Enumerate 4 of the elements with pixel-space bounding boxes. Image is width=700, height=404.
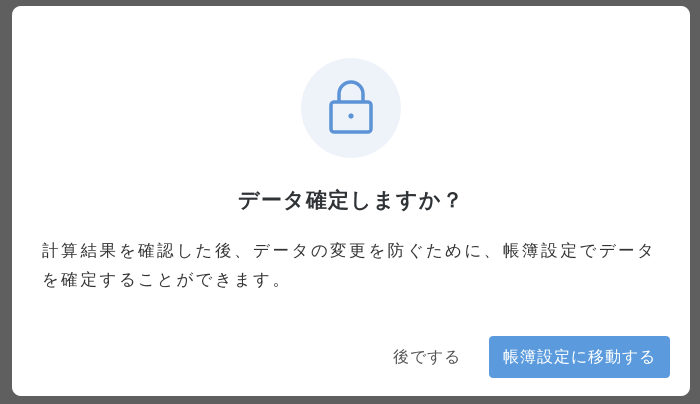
dialog-message: 計算結果を確認した後、データの変更を防ぐために、帳簿設定でデータを確定することができます。 (42, 240, 658, 291)
lock-icon (301, 58, 401, 158)
later-button[interactable]: 後でする (377, 336, 477, 378)
dialog-title: データ確定しますか？ (237, 187, 465, 214)
